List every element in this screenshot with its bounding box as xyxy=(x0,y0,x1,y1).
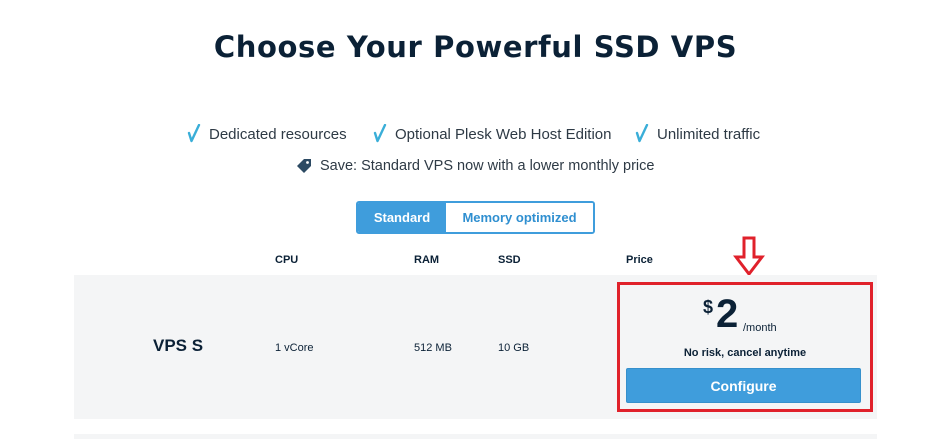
cell-cpu: 1 vCore xyxy=(275,342,314,354)
price-period: /month xyxy=(743,322,777,334)
table-row xyxy=(74,434,877,439)
check-icon xyxy=(373,124,387,143)
feature-label: Unlimited traffic xyxy=(657,125,761,143)
configure-button[interactable]: Configure xyxy=(626,368,861,403)
feature-item: Optional Plesk Web Host Edition xyxy=(373,124,612,144)
feature-label: Dedicated resources xyxy=(209,125,347,143)
no-risk-note: No risk, cancel anytime xyxy=(683,347,807,359)
column-header-ram: RAM xyxy=(414,254,440,266)
plan-name: VPS S xyxy=(153,336,204,355)
feature-item: Dedicated resources xyxy=(187,124,347,144)
column-header-price: Price xyxy=(626,254,653,266)
price-amount: 2 xyxy=(716,292,739,336)
check-icon xyxy=(635,124,649,143)
tab-standard[interactable]: Standard xyxy=(358,203,446,232)
feature-label: Optional Plesk Web Host Edition xyxy=(395,125,612,143)
column-header-ssd: SSD xyxy=(498,254,521,266)
promo-text: Save: Standard VPS now with a lower mont… xyxy=(320,158,655,174)
page-title: Choose Your Powerful SSD VPS xyxy=(213,30,738,64)
feature-list: Dedicated resources Optional Plesk Web H… xyxy=(0,124,927,146)
promo-banner: Save: Standard VPS now with a lower mont… xyxy=(296,158,654,174)
arrow-down-icon xyxy=(733,236,765,277)
currency-symbol: $ xyxy=(703,297,714,317)
check-icon xyxy=(187,124,201,143)
price-tag-icon xyxy=(297,159,311,173)
cell-ssd: 10 GB xyxy=(498,342,530,354)
column-header-cpu: CPU xyxy=(275,254,299,266)
tab-memory-optimized[interactable]: Memory optimized xyxy=(446,203,593,232)
feature-item: Unlimited traffic xyxy=(635,124,760,144)
cell-ram: 512 MB xyxy=(414,342,452,354)
plan-type-toggle[interactable]: Standard Memory optimized xyxy=(356,201,595,234)
